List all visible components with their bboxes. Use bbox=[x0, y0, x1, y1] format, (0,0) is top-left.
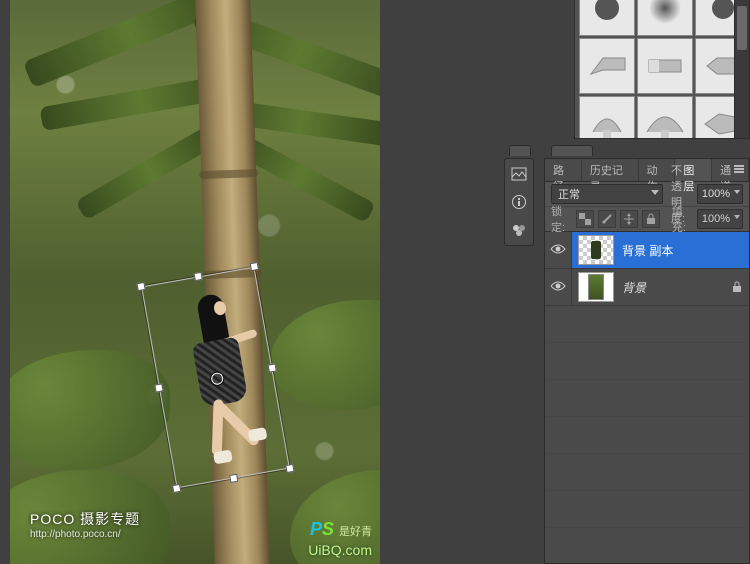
eye-icon bbox=[550, 280, 566, 295]
layer-lock-indicator bbox=[725, 281, 749, 293]
image-preview-icon[interactable] bbox=[508, 163, 530, 185]
layer-thumbnail[interactable] bbox=[578, 235, 614, 265]
lock-fill-row: 锁定: 填充: 100% bbox=[545, 207, 749, 232]
layers-list: 背景 副本 背景 bbox=[545, 232, 749, 563]
eye-icon bbox=[550, 243, 566, 258]
brush-preset-round-hard[interactable] bbox=[579, 0, 635, 36]
watermark-ps-s: S bbox=[322, 519, 334, 539]
brush-preset-fan[interactable] bbox=[579, 96, 635, 139]
chevron-down-icon bbox=[651, 190, 659, 195]
watermark-ps-p: P bbox=[310, 519, 322, 539]
right-panels: 路径 历史记录 动作 图层 通道 正常 不透明度: 100% 锁定: bbox=[450, 0, 750, 564]
layer-visibility-toggle[interactable] bbox=[545, 269, 572, 305]
layer-name[interactable]: 背景 副本 bbox=[620, 242, 749, 259]
blend-mode-select[interactable]: 正常 bbox=[551, 184, 663, 204]
lock-pixels-icon[interactable] bbox=[598, 210, 616, 228]
brush-presets-panel bbox=[574, 0, 750, 139]
transform-handle-bl[interactable] bbox=[172, 484, 181, 493]
transform-handle-ml[interactable] bbox=[154, 383, 163, 392]
watermark-brand: POCO 摄影专题 bbox=[30, 511, 140, 527]
lock-position-icon[interactable] bbox=[620, 210, 638, 228]
blend-opacity-row: 正常 不透明度: 100% bbox=[545, 182, 749, 207]
layers-panel: 路径 历史记录 动作 图层 通道 正常 不透明度: 100% 锁定: bbox=[544, 158, 750, 564]
lock-all-icon[interactable] bbox=[642, 210, 660, 228]
layer-visibility-toggle[interactable] bbox=[545, 232, 572, 268]
layer-thumbnail[interactable] bbox=[578, 272, 614, 302]
layer-name[interactable]: 背景 bbox=[620, 279, 725, 296]
brush-panel-scrollbar-thumb[interactable] bbox=[737, 6, 747, 50]
watermark-site: UiBQ.com bbox=[308, 542, 372, 558]
opacity-input[interactable]: 100% bbox=[697, 184, 743, 204]
lock-transparent-icon[interactable] bbox=[576, 210, 594, 228]
brush-preset-chisel[interactable] bbox=[579, 38, 635, 94]
brush-presets-grid bbox=[575, 0, 749, 139]
opacity-value: 100% bbox=[702, 188, 730, 200]
transform-handle-tm[interactable] bbox=[193, 272, 202, 281]
blend-mode-value: 正常 bbox=[558, 186, 580, 202]
document-canvas[interactable]: POCO 摄影专题 http://photo.poco.cn/ PS 是好青 U… bbox=[10, 0, 380, 564]
fill-input[interactable]: 100% bbox=[697, 209, 743, 229]
brush-preset-flat[interactable] bbox=[637, 38, 693, 94]
lock-icons-group bbox=[576, 210, 660, 228]
fill-label: 填充: bbox=[672, 203, 691, 235]
watermark-poco: POCO 摄影专题 http://photo.poco.cn/ bbox=[30, 509, 140, 540]
transform-handle-tl[interactable] bbox=[136, 282, 145, 291]
brush-preset-wide-fan[interactable] bbox=[637, 96, 693, 139]
layer-row[interactable]: 背景 bbox=[545, 269, 749, 306]
tab-paths[interactable]: 路径 bbox=[545, 159, 582, 181]
chevron-down-icon bbox=[734, 190, 740, 194]
fill-value: 100% bbox=[702, 213, 730, 225]
transform-handle-tr[interactable] bbox=[250, 262, 259, 271]
layer-row[interactable]: 背景 副本 bbox=[545, 232, 749, 269]
canvas-area: POCO 摄影专题 http://photo.poco.cn/ PS 是好青 U… bbox=[0, 0, 450, 564]
transform-handle-br[interactable] bbox=[285, 464, 294, 473]
watermark-url: http://photo.poco.cn/ bbox=[30, 529, 140, 540]
tab-actions[interactable]: 动作 bbox=[639, 159, 676, 181]
watermark-ps-logo: PS 是好青 bbox=[310, 519, 372, 540]
layers-empty-area bbox=[545, 306, 749, 563]
tab-history[interactable]: 历史记录 bbox=[582, 159, 639, 181]
brush-preset-round-soft[interactable] bbox=[637, 0, 693, 36]
layers-panel-menu-icon[interactable] bbox=[732, 162, 746, 176]
chevron-down-icon bbox=[734, 215, 740, 219]
transform-handle-mr[interactable] bbox=[267, 363, 276, 372]
panel-tabs: 路径 历史记录 动作 图层 通道 bbox=[545, 159, 749, 182]
swatches-icon[interactable] bbox=[508, 219, 530, 241]
info-icon[interactable] bbox=[508, 191, 530, 213]
watermark-ps-tail: 是好青 bbox=[339, 526, 372, 538]
lock-label: 锁定: bbox=[551, 203, 570, 235]
transform-handle-bm[interactable] bbox=[229, 474, 238, 483]
app-root: POCO 摄影专题 http://photo.poco.cn/ PS 是好青 U… bbox=[0, 0, 750, 564]
brush-panel-scrollbar[interactable] bbox=[734, 0, 749, 138]
vertical-mini-toolbar bbox=[504, 158, 534, 246]
